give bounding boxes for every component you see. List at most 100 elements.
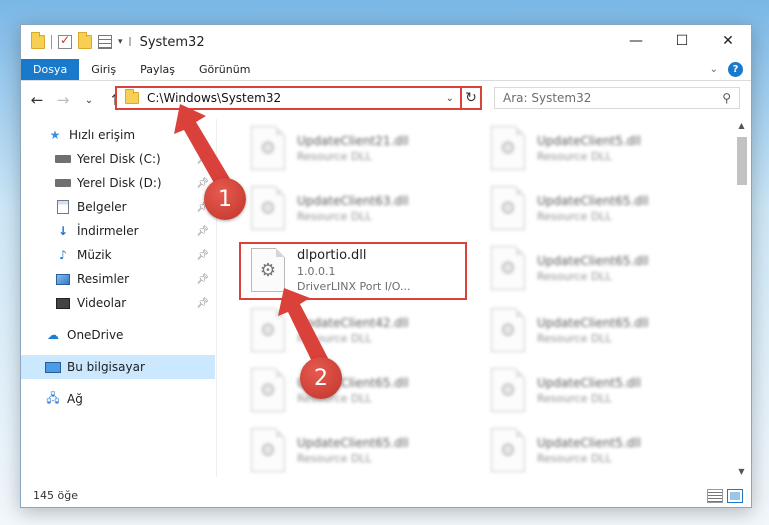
- sidebar-item-label: OneDrive: [67, 328, 124, 342]
- sidebar-item-network[interactable]: 🖧 Ağ: [21, 387, 215, 411]
- list-item[interactable]: ⚙ UpdateClient65.dll Resource DLL: [251, 363, 471, 417]
- item-count: 145 öğe: [33, 488, 78, 502]
- minimize-button[interactable]: —: [613, 25, 659, 57]
- sidebar-item-documents[interactable]: Belgeler 📌︎: [21, 195, 215, 219]
- tiles-view-icon[interactable]: [727, 489, 743, 503]
- address-path[interactable]: C:\Windows\System32: [147, 91, 446, 105]
- documents-icon: [55, 200, 71, 214]
- download-icon: ↓: [57, 224, 69, 238]
- sidebar-item-label: Belgeler: [77, 200, 127, 214]
- list-item[interactable]: ⚙ UpdateClient5.dll Resource DLL: [491, 363, 711, 417]
- view-switcher: [707, 489, 743, 503]
- tab-gorunum[interactable]: Görünüm: [187, 59, 262, 80]
- pin-icon: 📌︎: [196, 249, 209, 261]
- tab-paylas[interactable]: Paylaş: [128, 59, 187, 80]
- network-icon: 🖧: [46, 390, 60, 405]
- ribbon-right: ⌄ ?: [710, 62, 743, 77]
- quick-access-toolbar: ▾ |: [21, 32, 132, 49]
- title-bar: ▾ | System32 — ☐ ✕: [21, 25, 751, 59]
- music-icon: ♪: [59, 248, 67, 262]
- list-item[interactable]: ⚙ UpdateClient63.dll Resource DLL: [251, 181, 471, 235]
- sidebar-item-label: Resimler: [77, 272, 130, 286]
- view-options-icon[interactable]: [98, 35, 112, 49]
- tab-giris[interactable]: Giriş: [79, 59, 128, 80]
- window-title: System32: [139, 34, 205, 50]
- sidebar-item-pictures[interactable]: Resimler 📌︎: [21, 267, 215, 291]
- file-description: Resource DLL: [537, 331, 612, 345]
- videos-icon: [55, 296, 71, 310]
- new-folder-icon[interactable]: [78, 32, 92, 49]
- sidebar-item-label: Yerel Disk (D:): [77, 176, 162, 190]
- list-item[interactable]: ⚙ UpdateClient5.dll Resource DLL: [491, 121, 711, 175]
- maximize-button[interactable]: ☐: [659, 25, 705, 57]
- file-name: UpdateClient65.dll: [537, 193, 649, 208]
- search-box[interactable]: Ara: System32 ⚲: [494, 87, 740, 109]
- disk-icon: [55, 152, 71, 166]
- back-arrow-icon[interactable]: ←: [29, 91, 45, 109]
- refresh-icon[interactable]: ↻: [460, 88, 480, 108]
- pin-icon: 📌︎: [196, 225, 209, 237]
- tab-dosya[interactable]: Dosya: [21, 59, 80, 80]
- toolbar-divider: [51, 35, 52, 49]
- list-item[interactable]: ⚙ UpdateClient65.dll Resource DLL: [491, 303, 711, 357]
- disk-icon: [55, 176, 71, 190]
- sidebar-item-downloads[interactable]: ↓ İndirmeler 📌︎: [21, 219, 215, 243]
- file-description: Resource DLL: [537, 149, 612, 163]
- sidebar-item-label: İndirmeler: [77, 224, 139, 238]
- qat-dropdown-icon[interactable]: ▾: [118, 37, 123, 47]
- qat-customize-icon[interactable]: |: [129, 37, 132, 47]
- file-description: Resource DLL: [297, 331, 372, 345]
- recent-locations-icon[interactable]: ⌄: [81, 95, 97, 106]
- folder-icon[interactable]: [31, 32, 45, 49]
- sidebar-item-label: Videolar: [77, 296, 127, 310]
- list-item[interactable]: ⚙ UpdateClient5.dll Resource DLL: [491, 423, 711, 477]
- vertical-scrollbar[interactable]: ▲ ▼: [734, 121, 749, 481]
- search-placeholder: Ara: System32: [503, 91, 592, 105]
- scroll-down-icon[interactable]: ▼: [734, 467, 749, 481]
- details-view-icon[interactable]: [707, 489, 723, 503]
- callout-2: 2: [300, 357, 342, 399]
- help-icon[interactable]: ?: [728, 62, 743, 77]
- file-name: UpdateClient5.dll: [537, 375, 641, 390]
- sidebar-item-this-pc[interactable]: Bu bilgisayar: [21, 355, 215, 379]
- gear-file-icon: ⚙: [491, 428, 525, 472]
- list-item[interactable]: ⚙ UpdateClient65.dll Resource DLL: [491, 181, 711, 235]
- scroll-thumb[interactable]: [737, 137, 747, 185]
- ribbon-tabs: Dosya Giriş Paylaş Görünüm ⌄ ?: [21, 59, 751, 81]
- cloud-icon: ☁: [47, 328, 59, 342]
- list-item[interactable]: ⚙ UpdateClient21.dll Resource DLL: [251, 121, 471, 175]
- file-name: UpdateClient42.dll: [297, 315, 409, 330]
- file-name: UpdateClient63.dll: [297, 193, 409, 208]
- list-item[interactable]: ⚙ UpdateClient65.dll Resource DLL: [491, 241, 711, 295]
- forward-arrow-icon[interactable]: →: [55, 91, 71, 109]
- gear-file-icon: ⚙: [251, 308, 285, 352]
- sidebar-item-local-disk-c[interactable]: Yerel Disk (C:) 📌︎: [21, 147, 215, 171]
- explorer-window: ▾ | System32 — ☐ ✕ Dosya Giriş Paylaş Gö…: [20, 24, 752, 508]
- sidebar-item-videos[interactable]: Videolar 📌︎: [21, 291, 215, 315]
- gear-file-icon: ⚙: [251, 126, 285, 170]
- sidebar-item-quick-access[interactable]: ★ Hızlı erişim: [21, 123, 215, 147]
- expand-ribbon-icon[interactable]: ⌄: [710, 64, 718, 75]
- gear-file-icon: ⚙: [491, 368, 525, 412]
- sidebar-item-onedrive[interactable]: ☁ OneDrive: [21, 323, 215, 347]
- sidebar-item-label: Hızlı erişim: [69, 128, 136, 142]
- address-bar[interactable]: C:\Windows\System32 ⌄ ↻: [115, 86, 482, 110]
- pane-divider[interactable]: [216, 119, 217, 477]
- list-item[interactable]: ⚙ UpdateClient65.dll Resource DLL: [251, 423, 471, 477]
- pc-icon: [45, 360, 61, 374]
- address-folder-icon: [125, 89, 139, 104]
- pin-icon: 📌︎: [196, 153, 209, 165]
- properties-check-icon[interactable]: [58, 33, 72, 49]
- sidebar-item-local-disk-d[interactable]: Yerel Disk (D:) 📌︎: [21, 171, 215, 195]
- sidebar-item-music[interactable]: ♪ Müzik 📌︎: [21, 243, 215, 267]
- list-item[interactable]: ⚙ UpdateClient42.dll Resource DLL: [251, 303, 471, 357]
- close-button[interactable]: ✕: [705, 25, 751, 57]
- file-description: Resource DLL: [537, 269, 612, 283]
- file-name: UpdateClient21.dll: [297, 133, 409, 148]
- sidebar-item-label: Bu bilgisayar: [67, 360, 145, 374]
- file-description: Resource DLL: [297, 149, 372, 163]
- file-description: Resource DLL: [297, 209, 372, 223]
- address-dropdown-icon[interactable]: ⌄: [446, 93, 454, 104]
- file-name: UpdateClient65.dll: [537, 315, 649, 330]
- scroll-up-icon[interactable]: ▲: [734, 121, 749, 135]
